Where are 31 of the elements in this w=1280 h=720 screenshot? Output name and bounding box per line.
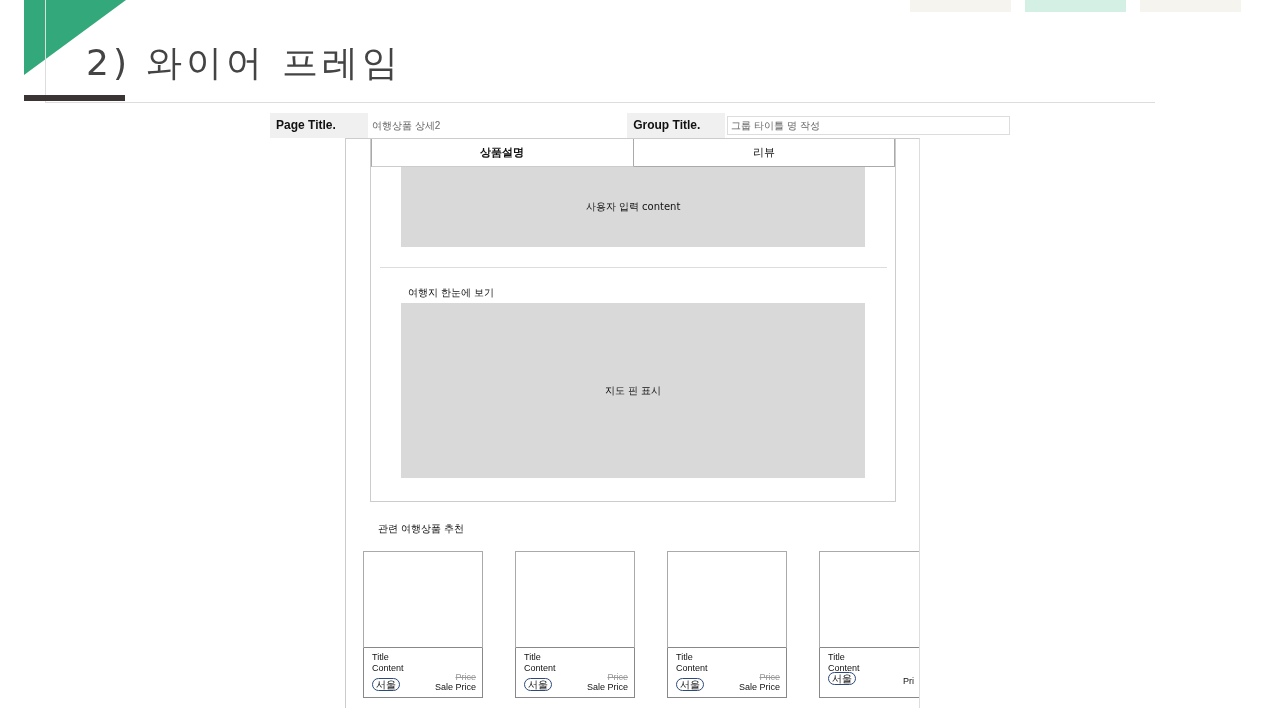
page-title-value: 여행상품 상세2 (371, 118, 442, 133)
card-title: Title (372, 652, 389, 663)
sale-price: Pri (903, 676, 914, 687)
input-field[interactable]: 그룹 타이틀 명 작성 (727, 116, 1010, 135)
section-title: 관련 여행상품 추천 (378, 522, 466, 536)
slide-heading: 2) 와이어 프레임 (86, 41, 402, 85)
original-price: Price (455, 672, 476, 682)
sale-price: Sale Price (434, 682, 476, 693)
section-title: 여행지 한눈에 보기 (408, 286, 495, 300)
original-price: Price (607, 672, 628, 682)
card-content: Content (372, 663, 404, 674)
placeholder-text: 지도 핀 표시 (604, 383, 662, 398)
product-card[interactable]: Title Content 서울 Price Sale Price (515, 551, 635, 698)
field-label: Group Title. (627, 113, 726, 138)
original-price: Price (759, 672, 780, 682)
card-content: Content (676, 663, 708, 674)
tab[interactable]: 상품설명 (371, 139, 634, 167)
product-card[interactable]: Title Content 서울 Pri (819, 551, 919, 698)
field-label: Page Title. (270, 113, 368, 138)
card-title: Title (676, 652, 693, 663)
sale-price: Sale Price (738, 682, 780, 693)
card-title: Title (828, 652, 845, 663)
product-card[interactable]: Title Content 서울 Price Sale Price (363, 551, 483, 698)
card-title: Title (524, 652, 541, 663)
card-content: Content (828, 663, 860, 674)
placeholder-text: 사용자 입력 content (585, 200, 681, 214)
sale-price: Sale Price (586, 682, 628, 693)
nav-tab[interactable] (1025, 0, 1126, 12)
card-content: Content (524, 663, 556, 674)
product-card[interactable]: Title Content 서울 Price Sale Price (667, 551, 787, 698)
tab[interactable]: 리뷰 (633, 139, 895, 167)
